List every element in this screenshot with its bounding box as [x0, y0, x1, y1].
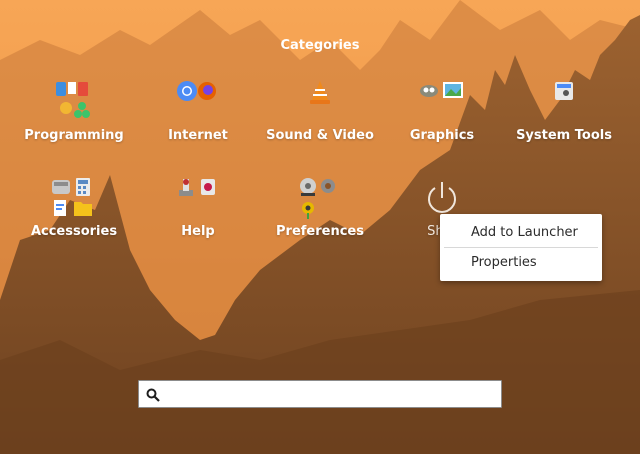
category-label: Accessories	[30, 224, 118, 239]
category-preferences[interactable]: Preferences	[258, 176, 382, 239]
preferences-icons	[258, 176, 382, 220]
category-label: Help	[181, 224, 215, 239]
search-input[interactable]	[167, 383, 491, 407]
help-icons	[136, 176, 260, 220]
category-label: Internet	[168, 128, 228, 143]
category-label: Sound & Video	[266, 128, 374, 143]
category-programming[interactable]: Programming	[12, 80, 136, 143]
power-icon	[428, 182, 456, 213]
graphics-icons	[380, 80, 504, 124]
menu-separator	[444, 247, 598, 248]
menu-item-properties[interactable]: Properties	[440, 249, 602, 277]
system-tools-icons	[502, 80, 626, 124]
category-label: Preferences	[276, 224, 364, 239]
menu-item-add-to-launcher[interactable]: Add to Launcher	[440, 219, 602, 247]
category-graphics[interactable]: Graphics	[380, 80, 504, 143]
programming-icon	[56, 82, 90, 118]
category-label: Graphics	[409, 128, 475, 143]
category-label: System Tools	[516, 128, 612, 143]
graphics-icon	[420, 82, 463, 98]
category-label: Programming	[24, 128, 124, 143]
preferences-icon	[300, 178, 335, 219]
category-sound-video[interactable]: Sound & Video	[258, 80, 382, 143]
help-icon	[179, 179, 215, 196]
programming-icons	[12, 80, 136, 124]
accessories-icon	[52, 178, 92, 216]
categories-heading: Categories	[280, 38, 360, 53]
internet-icon	[177, 81, 216, 101]
system-tools-icon	[555, 82, 573, 100]
vlc-icon	[310, 81, 330, 104]
sound-video-icons	[258, 80, 382, 124]
internet-icons	[136, 80, 260, 124]
context-menu: Add to Launcher Properties	[440, 214, 602, 281]
category-system-tools[interactable]: System Tools	[502, 80, 626, 143]
category-internet[interactable]: Internet	[136, 80, 260, 143]
category-help[interactable]: Help	[136, 176, 260, 239]
category-accessories[interactable]: Accessories	[12, 176, 136, 239]
search-box[interactable]	[138, 380, 502, 408]
accessories-icons	[12, 176, 136, 220]
search-icon	[146, 387, 160, 406]
